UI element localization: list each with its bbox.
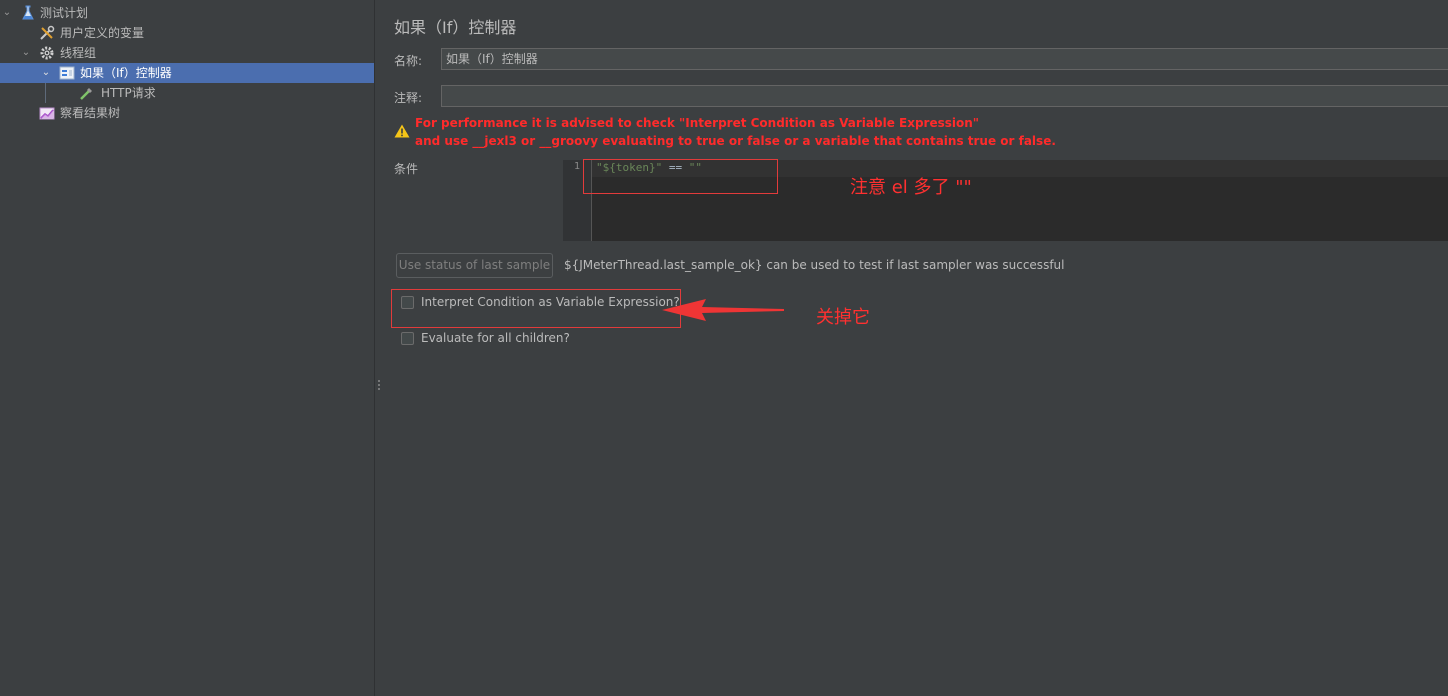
tree-item-label: 测试计划	[40, 6, 89, 20]
warning-text-line1: For performance it is advised to check "…	[415, 116, 980, 130]
tree-item-http-request[interactable]: HTTP请求	[0, 83, 374, 103]
tree-item-label: 线程组	[60, 46, 97, 60]
tree-item-label: HTTP请求	[101, 86, 156, 100]
line-number: 1	[573, 161, 580, 172]
name-label: 名称:	[394, 54, 423, 68]
status-hint-text: ${JMeterThread.last_sample_ok} can be us…	[564, 258, 1065, 272]
if-controller-panel: 如果（If）控制器 名称: 如果（If）控制器 注释: For performa…	[385, 0, 1448, 696]
page-title: 如果（If）控制器	[394, 18, 517, 37]
condition-label: 条件	[394, 162, 419, 176]
tree-item-user-variables[interactable]: 用户定义的变量	[0, 23, 374, 43]
annotation-note-editor: 注意 el 多了 ""	[850, 177, 972, 198]
warning-text-line2: and use __jexl3 or __groovy evaluating t…	[415, 134, 1056, 148]
annotation-box-checkbox	[391, 289, 681, 328]
chevron-down-icon[interactable]: ⌄	[21, 43, 31, 63]
tree-item-thread-group[interactable]: ⌄ 线程组	[0, 43, 374, 63]
pipette-icon	[79, 85, 95, 101]
annotation-arrow-icon	[662, 299, 784, 321]
tools-icon	[39, 25, 55, 41]
warning-icon	[394, 124, 410, 138]
annotation-box-condition	[583, 159, 778, 194]
chevron-down-icon[interactable]: ⌄	[41, 63, 51, 83]
tree-item-view-results-tree[interactable]: 察看结果树	[0, 103, 374, 123]
test-plan-tree[interactable]: ⌄ 测试计划 用户定义的变量 ⌄ 线程组 ⌄ 如果（If）控制器 HTTP请求	[0, 0, 374, 696]
evaluate-all-children-label: Evaluate for all children?	[421, 331, 570, 345]
comment-label: 注释:	[394, 91, 423, 105]
tree-item-label: 用户定义的变量	[60, 26, 145, 40]
chart-icon	[39, 105, 55, 121]
splitter-grip-icon[interactable]	[378, 380, 380, 392]
tree-item-if-controller[interactable]: ⌄ 如果（If）控制器	[0, 63, 374, 83]
tree-item-label: 察看结果树	[60, 106, 121, 120]
flask-icon	[20, 5, 36, 21]
name-field[interactable]: 如果（If）控制器	[441, 48, 1448, 70]
gear-icon	[39, 45, 55, 61]
evaluate-all-children-checkbox[interactable]	[401, 332, 414, 345]
tree-item-test-plan[interactable]: ⌄ 测试计划	[0, 3, 374, 23]
chevron-down-icon[interactable]: ⌄	[2, 3, 12, 23]
use-status-of-last-sample-button[interactable]: Use status of last sample	[396, 253, 553, 278]
panel-splitter[interactable]	[374, 0, 385, 696]
comment-field[interactable]	[441, 85, 1448, 107]
tree-item-label: 如果（If）控制器	[80, 66, 172, 80]
controller-icon	[59, 65, 75, 81]
annotation-note-checkbox: 关掉它	[816, 307, 870, 328]
